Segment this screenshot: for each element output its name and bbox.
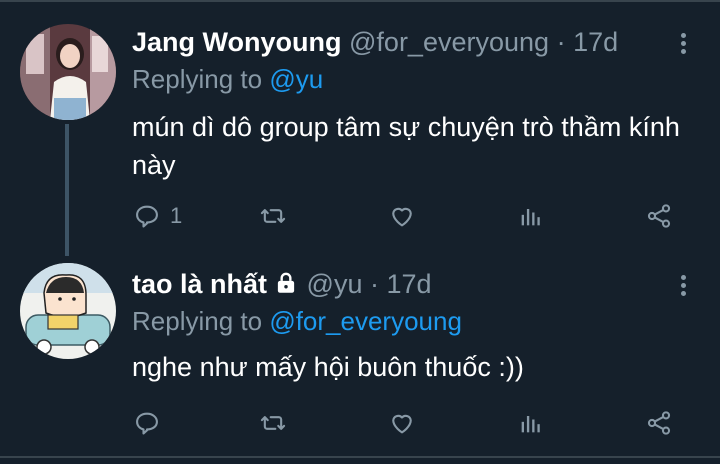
- tweet-header: Jang Wonyoung @for_everyoung · 17d: [132, 25, 618, 59]
- reply-icon: [136, 205, 158, 228]
- replying-to: Replying to @yu: [132, 63, 323, 95]
- thread-line: [65, 124, 69, 256]
- tweet-actions: [0, 407, 720, 439]
- replying-prefix: Replying to: [132, 64, 263, 94]
- separator: ·: [369, 269, 379, 299]
- heart-icon: [392, 207, 412, 227]
- like-button[interactable]: [388, 407, 416, 439]
- tweet-text: mún dì dô group tâm sự chuyện trò thầm k…: [132, 112, 680, 180]
- user-handle[interactable]: @for_everyoung: [349, 27, 549, 57]
- analytics-button[interactable]: [517, 407, 545, 439]
- tweet-text: nghe như mấy hội buôn thuốc :)): [132, 352, 524, 382]
- display-name[interactable]: Jang Wonyoung: [132, 27, 342, 57]
- retweet-button[interactable]: [259, 200, 287, 232]
- share-button[interactable]: [645, 407, 673, 439]
- share-icon: [647, 411, 671, 435]
- mention-link[interactable]: @yu: [269, 64, 323, 94]
- avatar[interactable]: [20, 24, 116, 120]
- retweet-icon: [260, 416, 286, 430]
- analytics-button[interactable]: [517, 200, 545, 232]
- like-button[interactable]: [388, 200, 416, 232]
- replying-prefix: Replying to: [132, 306, 263, 336]
- retweet-button[interactable]: [259, 407, 287, 439]
- lock-icon: [273, 270, 299, 304]
- tweet-actions: 1: [0, 200, 720, 232]
- analytics-icon: [521, 209, 540, 226]
- reply-count: 1: [170, 203, 183, 228]
- retweet-icon: [260, 209, 286, 223]
- analytics-icon: [521, 416, 540, 433]
- reply-button[interactable]: [133, 407, 170, 439]
- user-handle[interactable]: @yu: [307, 269, 363, 299]
- separator: ·: [556, 27, 566, 57]
- timestamp[interactable]: 17d: [387, 269, 432, 299]
- more-vertical-icon[interactable]: [678, 33, 688, 57]
- share-button[interactable]: [645, 200, 673, 232]
- reply-button[interactable]: 1: [133, 200, 182, 232]
- timestamp[interactable]: 17d: [573, 27, 618, 57]
- replying-to: Replying to @for_everyoung: [132, 305, 462, 337]
- bottom-divider: [0, 456, 720, 458]
- display-name[interactable]: tao là nhất: [132, 269, 267, 299]
- avatar[interactable]: [20, 263, 116, 359]
- tweet-header: tao là nhất @yu · 17d: [132, 267, 432, 304]
- mention-link[interactable]: @for_everyoung: [269, 306, 462, 336]
- more-vertical-icon[interactable]: [678, 275, 688, 299]
- heart-icon: [392, 414, 412, 434]
- share-icon: [647, 204, 671, 228]
- reply-icon: [136, 412, 158, 435]
